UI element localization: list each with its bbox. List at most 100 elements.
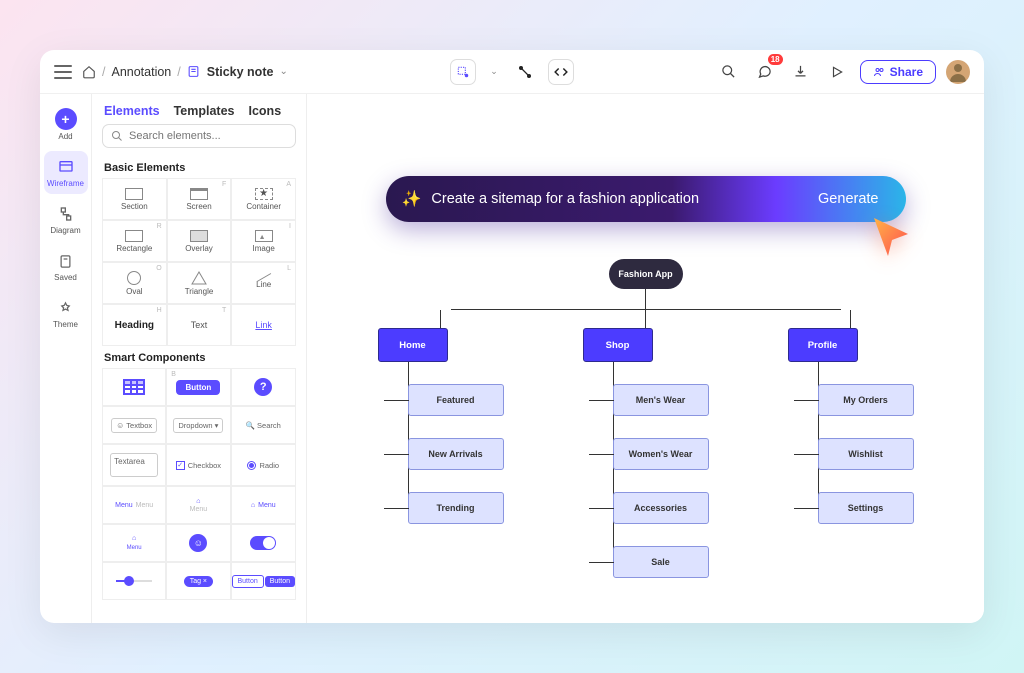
rail-diagram[interactable]: Diagram: [44, 198, 88, 241]
chevron-down-icon[interactable]: ⌄: [279, 66, 287, 77]
topbar-right: Share: [716, 59, 970, 85]
menu-icon[interactable]: [54, 65, 72, 79]
rail-wireframe[interactable]: Wireframe: [44, 151, 88, 194]
app-body: + Add Wireframe Diagram Saved Theme: [40, 94, 984, 623]
download-icon[interactable]: [788, 59, 814, 85]
search-input[interactable]: [102, 124, 296, 148]
component-button-group[interactable]: ButtonButton: [231, 562, 297, 600]
left-rail: + Add Wireframe Diagram Saved Theme: [40, 94, 92, 623]
sitemap-node-profile[interactable]: Profile: [788, 328, 858, 362]
connect-icon[interactable]: [512, 59, 538, 85]
rail-add[interactable]: + Add: [44, 102, 88, 147]
element-heading[interactable]: HHeading: [102, 304, 167, 346]
triangle-icon: [191, 271, 207, 285]
element-container[interactable]: A★Container: [231, 178, 296, 220]
home-icon[interactable]: [82, 65, 96, 79]
breadcrumb: / Annotation / Sticky note ⌄: [82, 65, 288, 79]
rail-label: Wireframe: [47, 179, 84, 188]
app-window: / Annotation / Sticky note ⌄ ⌄: [40, 50, 984, 623]
element-line[interactable]: LLine: [231, 262, 296, 304]
breadcrumb-item[interactable]: Annotation: [111, 65, 171, 79]
element-link[interactable]: Link: [231, 304, 296, 346]
canvas[interactable]: ✨ Create a sitemap for a fashion applica…: [307, 94, 984, 623]
search-icon[interactable]: [716, 59, 742, 85]
breadcrumb-current[interactable]: Sticky note: [207, 65, 274, 79]
breadcrumb-sep: /: [102, 65, 105, 79]
smart-components-grid: BButton ? ☺Textbox Dropdown ▾ 🔍 Search T…: [92, 368, 306, 610]
component-slider[interactable]: [102, 562, 166, 600]
help-icon: ?: [254, 378, 272, 396]
prompt-text[interactable]: Create a sitemap for a fashion applicati…: [431, 191, 796, 207]
component-checkbox[interactable]: ✓Checkbox: [166, 444, 230, 486]
component-radio[interactable]: Radio: [231, 444, 297, 486]
component-menu-v[interactable]: ⌂Menu: [231, 486, 297, 524]
rail-label: Saved: [54, 273, 77, 282]
element-screen[interactable]: FScreen: [167, 178, 232, 220]
component-avatar[interactable]: ☺: [166, 524, 230, 562]
sitemap-child[interactable]: Sale: [613, 546, 709, 578]
rail-theme[interactable]: Theme: [44, 292, 88, 335]
comments-icon[interactable]: [752, 59, 778, 85]
tab-elements[interactable]: Elements: [104, 104, 160, 118]
plus-icon: +: [55, 108, 77, 130]
element-oval[interactable]: OOval: [102, 262, 167, 304]
selection-tool-icon[interactable]: [450, 59, 476, 85]
component-textbox[interactable]: ☺Textbox: [102, 406, 166, 444]
element-rectangle[interactable]: RRectangle: [102, 220, 167, 262]
sitemap-child[interactable]: Women's Wear: [613, 438, 709, 470]
sitemap-branch-profile: Profile My Orders Wishlist Settings: [776, 310, 926, 578]
sitemap-child[interactable]: Wishlist: [818, 438, 914, 470]
sitemap-child[interactable]: Men's Wear: [613, 384, 709, 416]
component-textarea[interactable]: Textarea: [102, 444, 166, 486]
cursor-icon: [868, 214, 914, 260]
component-table[interactable]: [102, 368, 166, 406]
tab-templates[interactable]: Templates: [174, 104, 235, 118]
ai-prompt-bar: ✨ Create a sitemap for a fashion applica…: [386, 176, 906, 222]
tab-icons[interactable]: Icons: [249, 104, 282, 118]
element-text[interactable]: TText: [167, 304, 232, 346]
sparkle-icon: ✨: [402, 189, 422, 209]
code-icon[interactable]: [548, 59, 574, 85]
search-field[interactable]: [129, 130, 287, 142]
sitemap-child[interactable]: Trending: [408, 492, 504, 524]
dropdown-small-icon[interactable]: ⌄: [486, 59, 502, 85]
share-button[interactable]: Share: [860, 60, 936, 84]
component-dropdown[interactable]: Dropdown ▾: [166, 406, 230, 444]
panel-tabs: Elements Templates Icons: [92, 94, 306, 124]
play-icon[interactable]: [824, 59, 850, 85]
sitemap-node-home[interactable]: Home: [378, 328, 448, 362]
sitemap-child[interactable]: New Arrivals: [408, 438, 504, 470]
element-image[interactable]: IImage: [231, 220, 296, 262]
component-menu-icons[interactable]: ⌂Menu: [166, 486, 230, 524]
sitemap-child[interactable]: Accessories: [613, 492, 709, 524]
sitemap-root[interactable]: Fashion App: [609, 259, 683, 289]
note-icon: [187, 65, 201, 79]
sitemap-child[interactable]: My Orders: [818, 384, 914, 416]
component-tag[interactable]: Tag ×: [166, 562, 230, 600]
section-smart-title: Smart Components: [92, 346, 306, 368]
component-help[interactable]: ?: [231, 368, 297, 406]
sitemap-node-shop[interactable]: Shop: [583, 328, 653, 362]
section-basic-title: Basic Elements: [92, 156, 306, 178]
sitemap-diagram: Fashion App Home Featured New Arrivals T…: [356, 259, 936, 578]
wireframe-icon: [56, 157, 76, 177]
element-section[interactable]: Section: [102, 178, 167, 220]
component-menu-small[interactable]: ⌂Menu: [102, 524, 166, 562]
element-triangle[interactable]: Triangle: [167, 262, 232, 304]
basic-elements-grid: Section FScreen A★Container RRectangle O…: [92, 178, 306, 346]
toggle-icon: [250, 536, 276, 550]
theme-icon: [56, 298, 76, 318]
avatar[interactable]: [946, 60, 970, 84]
component-menu-h[interactable]: MenuMenu: [102, 486, 166, 524]
breadcrumb-sep: /: [177, 65, 180, 79]
rail-label: Add: [58, 132, 72, 141]
sitemap-child[interactable]: Settings: [818, 492, 914, 524]
component-search[interactable]: 🔍 Search: [231, 406, 297, 444]
topbar: / Annotation / Sticky note ⌄ ⌄: [40, 50, 984, 94]
element-overlay[interactable]: Overlay: [167, 220, 232, 262]
share-label: Share: [890, 65, 923, 79]
rail-saved[interactable]: Saved: [44, 245, 88, 288]
component-toggle[interactable]: [231, 524, 297, 562]
component-button[interactable]: BButton: [166, 368, 230, 406]
sitemap-child[interactable]: Featured: [408, 384, 504, 416]
